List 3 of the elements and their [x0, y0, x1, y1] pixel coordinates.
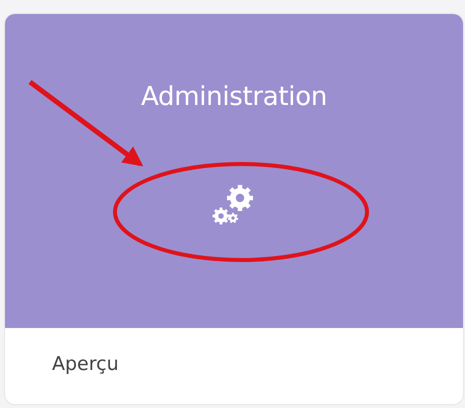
card-title: Administration: [140, 82, 328, 112]
overview-label[interactable]: Aperçu: [5, 328, 463, 375]
card-background[interactable]: Administration Aperçu: [5, 14, 463, 404]
